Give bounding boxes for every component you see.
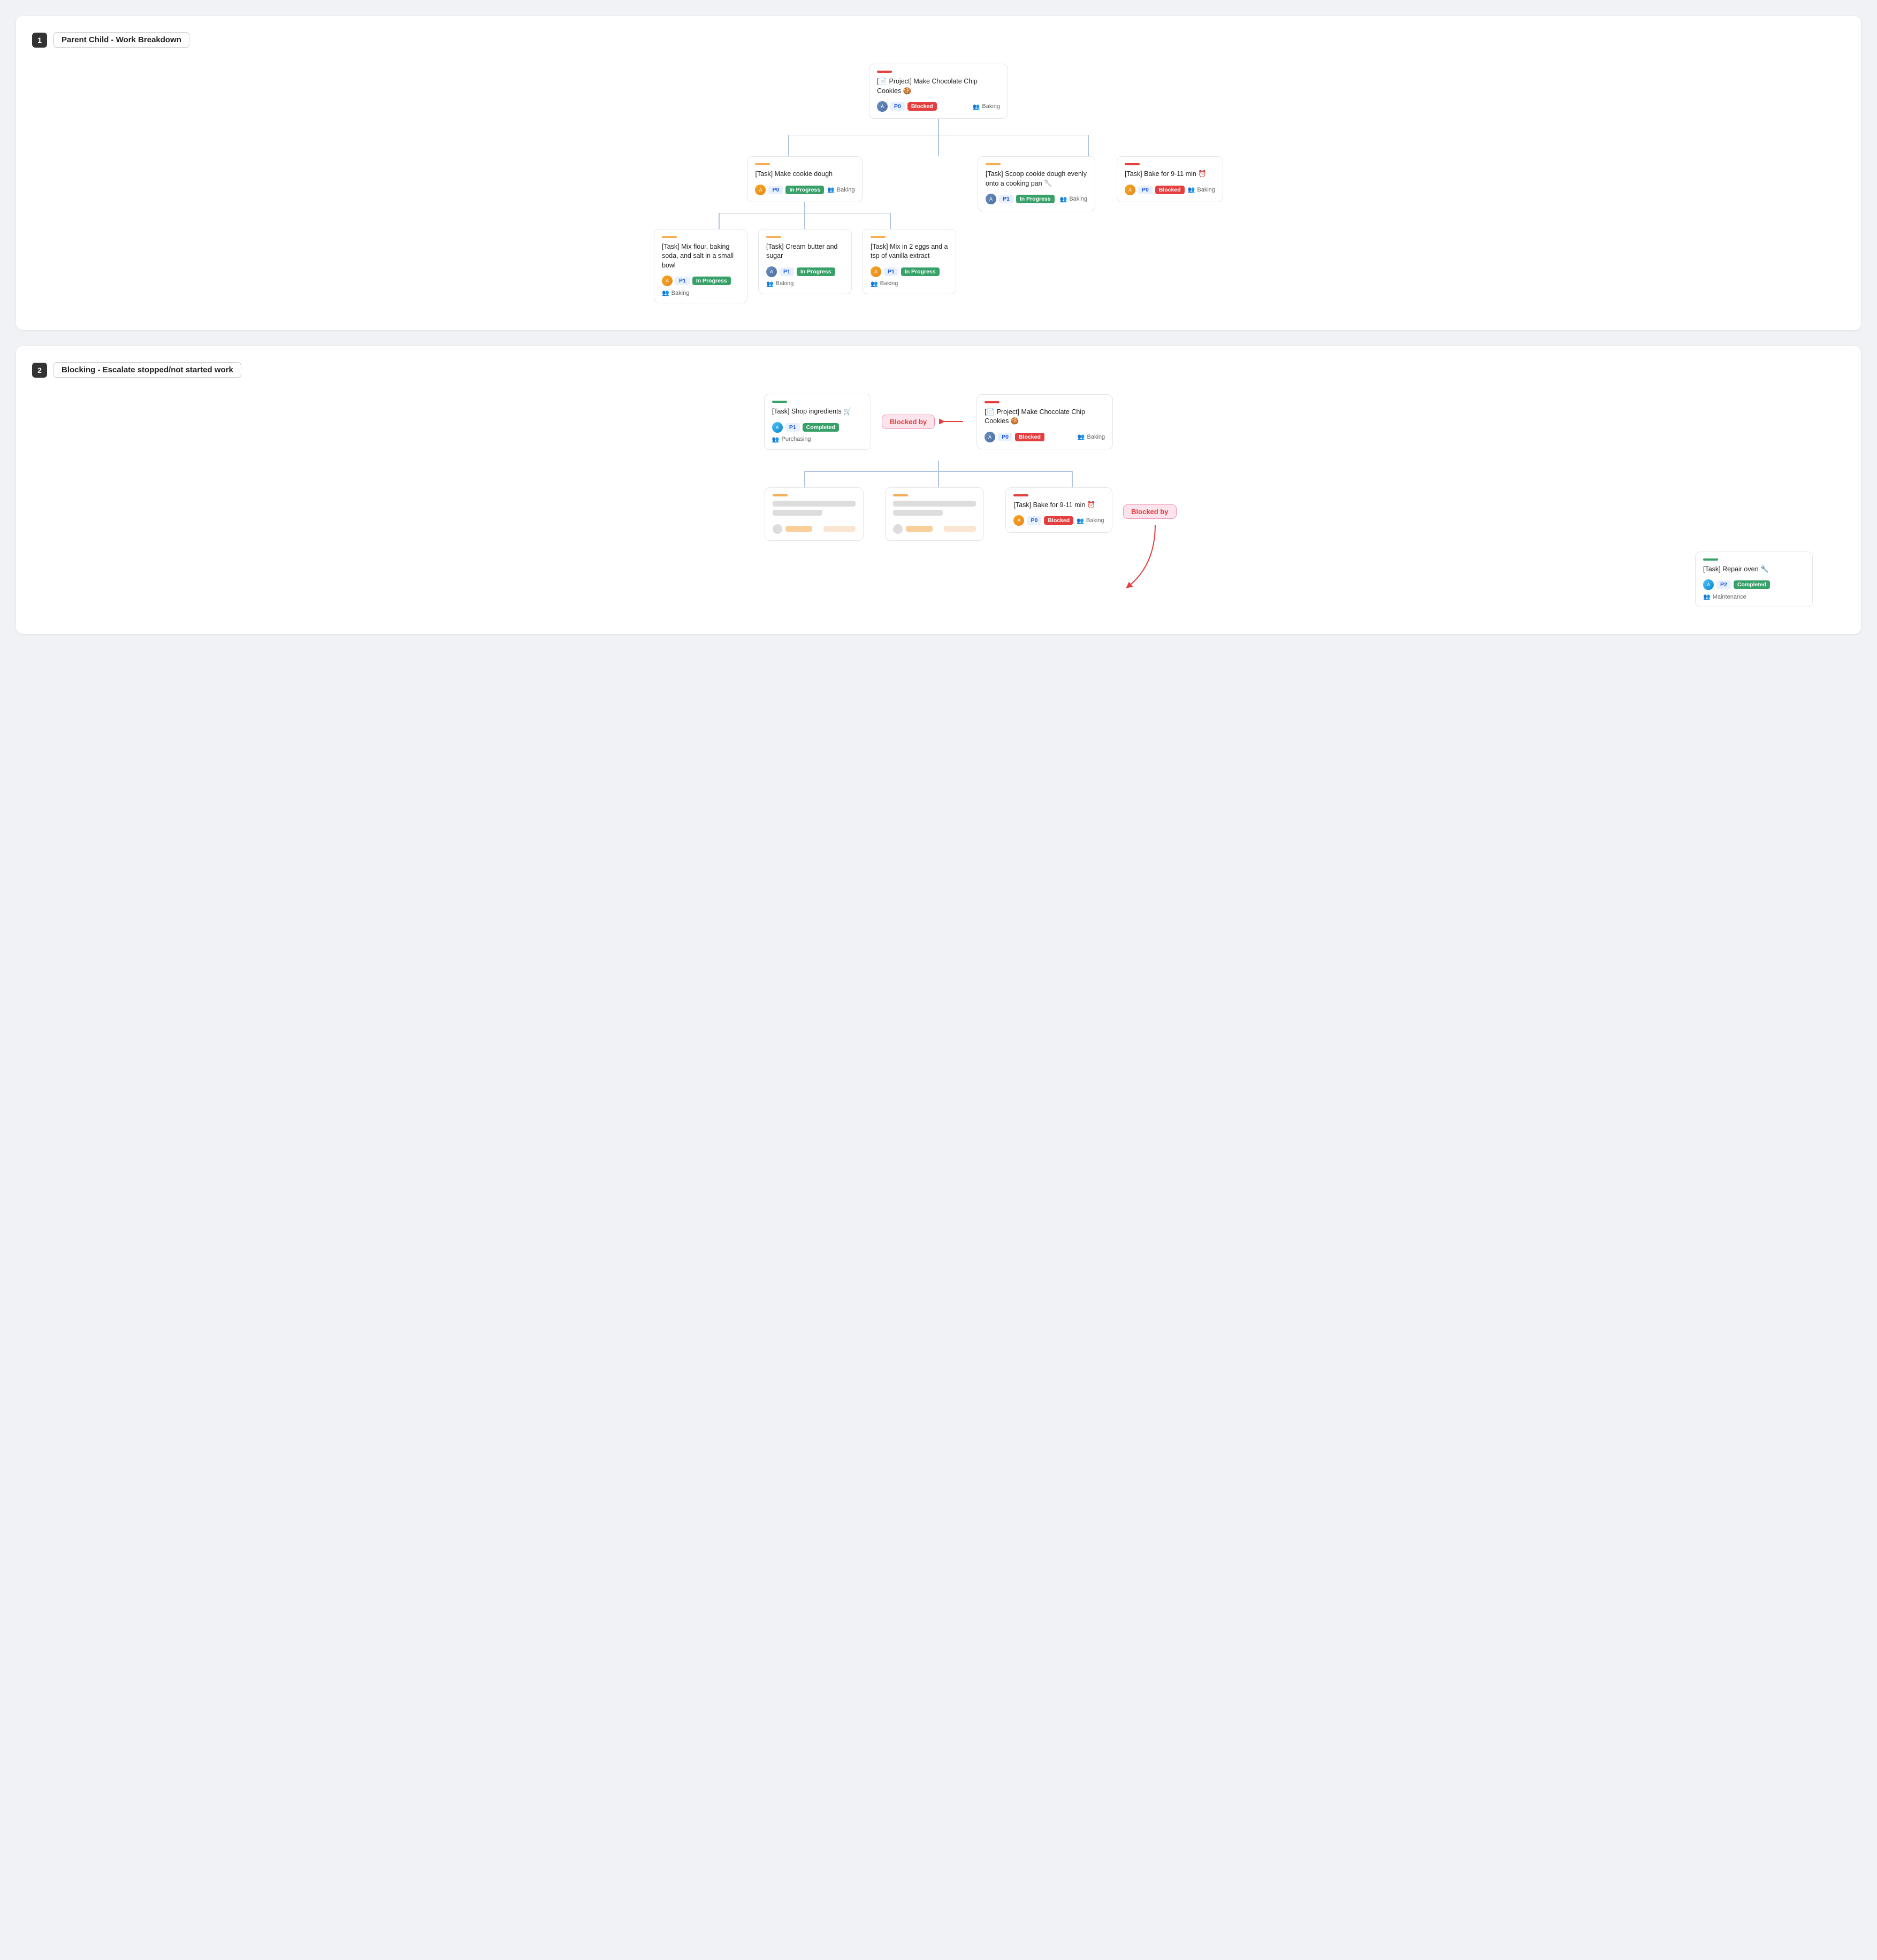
avatar: A (986, 194, 996, 204)
section-2-title: Blocking - Escalate stopped/not started … (54, 362, 241, 378)
priority-badge: P0 (768, 186, 783, 194)
blocked-by-right-connector: Blocked by (1112, 504, 1177, 592)
avatar: A (1013, 515, 1024, 526)
avatar: A (871, 266, 881, 277)
card-team: 👥 Baking (973, 103, 1000, 110)
status-badge: Blocked (1044, 516, 1073, 525)
card-title: [Task] Make cookie dough (755, 170, 854, 179)
card-title: [📄 Project] Make Chocolate Chip Cookies … (877, 77, 1000, 96)
priority-badge: P0 (890, 102, 905, 111)
blocked-by-label-2: Blocked by (1123, 504, 1176, 519)
section-2-number: 2 (32, 363, 47, 378)
s1-level2-connector (687, 213, 922, 229)
section-1-number: 1 (32, 33, 47, 48)
section-2-header: 2 Blocking - Escalate stopped/not starte… (32, 362, 1845, 378)
s2-bake-wrapper: [Task] Bake for 9-11 min ⏰ A P0 Blocked … (1005, 487, 1112, 533)
s2-bake-card[interactable]: [Task] Bake for 9-11 min ⏰ A P0 Blocked … (1005, 487, 1112, 533)
s2-repair-card[interactable]: [Task] Repair oven 🔧 A P2 Completed 👥 Ma… (1695, 552, 1813, 608)
status-badge: In Progress (901, 267, 940, 276)
s2-l1-blurred-1 (765, 487, 864, 541)
priority-badge: P0 (998, 433, 1012, 441)
card-title: [Task] Scoop cookie dough evenly onto a … (986, 170, 1087, 188)
s2-shop-card[interactable]: [Task] Shop ingredients 🛒 A P1 Completed… (764, 394, 871, 450)
s2-root-card[interactable]: [📄 Project] Make Chocolate Chip Cookies … (976, 394, 1113, 449)
status-badge: Blocked (1015, 433, 1044, 441)
s1-l2-card-2[interactable]: [Task] Cream butter and sugar A P1 In Pr… (758, 229, 852, 294)
arrow-left-icon (939, 417, 966, 426)
priority-badge: P2 (1716, 580, 1731, 589)
blocked-by-label: Blocked by (882, 415, 935, 429)
status-badge: Completed (1734, 580, 1770, 589)
status-badge: Blocked (1155, 186, 1185, 194)
avatar: A (985, 432, 995, 442)
card-title: [Task] Bake for 9-11 min ⏰ (1125, 170, 1215, 179)
avatar: A (772, 422, 783, 433)
s2-l1-blurred-2 (885, 487, 984, 541)
card-footer: A P0 Blocked 👥 Baking (877, 101, 1000, 112)
priority-badge: P1 (884, 267, 898, 276)
priority-badge: P0 (1027, 516, 1041, 525)
s1-l1-card-2[interactable]: [Task] Scoop cookie dough evenly onto a … (978, 156, 1095, 211)
card-title: [Task] Bake for 9-11 min ⏰ (1013, 501, 1104, 510)
status-badge: In Progress (785, 186, 824, 194)
card-title: [Task] Cream butter and sugar (766, 242, 844, 261)
avatar: A (662, 275, 673, 286)
status-badge: In Progress (797, 267, 835, 276)
section-1-title: Parent Child - Work Breakdown (54, 32, 189, 48)
card-title: [Task] Shop ingredients 🛒 (772, 407, 863, 417)
avatar: A (1703, 579, 1714, 590)
s2-level1-connector-svg (724, 461, 1153, 487)
priority-badge: P1 (780, 267, 794, 276)
status-badge: In Progress (1016, 195, 1055, 203)
s1-l2-card-1[interactable]: [Task] Mix flour, baking soda, and salt … (654, 229, 747, 304)
avatar: A (1125, 185, 1135, 195)
status-badge: In Progress (692, 277, 731, 285)
avatar: A (755, 185, 766, 195)
section-1-header: 1 Parent Child - Work Breakdown (32, 32, 1845, 48)
priority-badge: P1 (675, 277, 690, 285)
avatar: A (877, 101, 888, 112)
avatar: A (766, 266, 777, 277)
status-badge: Blocked (907, 102, 937, 111)
s1-level1-connector (724, 135, 1153, 156)
card-title: [Task] Repair oven 🔧 (1703, 565, 1805, 575)
arrow-down-right-icon (1112, 522, 1177, 592)
status-badge: Completed (803, 423, 839, 432)
blocked-by-connector: Blocked by (882, 415, 966, 429)
s1-l2-card-3[interactable]: [Task] Mix in 2 eggs and a tsp of vanill… (863, 229, 956, 294)
card-title: [Task] Mix flour, baking soda, and salt … (662, 242, 739, 271)
section-1: 1 Parent Child - Work Breakdown [📄 Proje… (16, 16, 1861, 330)
priority-badge: P0 (1138, 186, 1153, 194)
card-accent (877, 71, 892, 73)
s1-l1-card-3[interactable]: [Task] Bake for 9-11 min ⏰ A P0 Blocked … (1117, 156, 1223, 202)
s1-l1-card-1[interactable]: [Task] Make cookie dough A P0 In Progres… (747, 156, 863, 202)
s1-root-card[interactable]: [📄 Project] Make Chocolate Chip Cookies … (869, 64, 1008, 119)
card-title: [📄 Project] Make Chocolate Chip Cookies … (985, 408, 1105, 426)
priority-badge: P1 (999, 195, 1013, 203)
card-title: [Task] Mix in 2 eggs and a tsp of vanill… (871, 242, 948, 261)
priority-badge: P1 (785, 423, 800, 432)
section-2: 2 Blocking - Escalate stopped/not starte… (16, 346, 1861, 634)
